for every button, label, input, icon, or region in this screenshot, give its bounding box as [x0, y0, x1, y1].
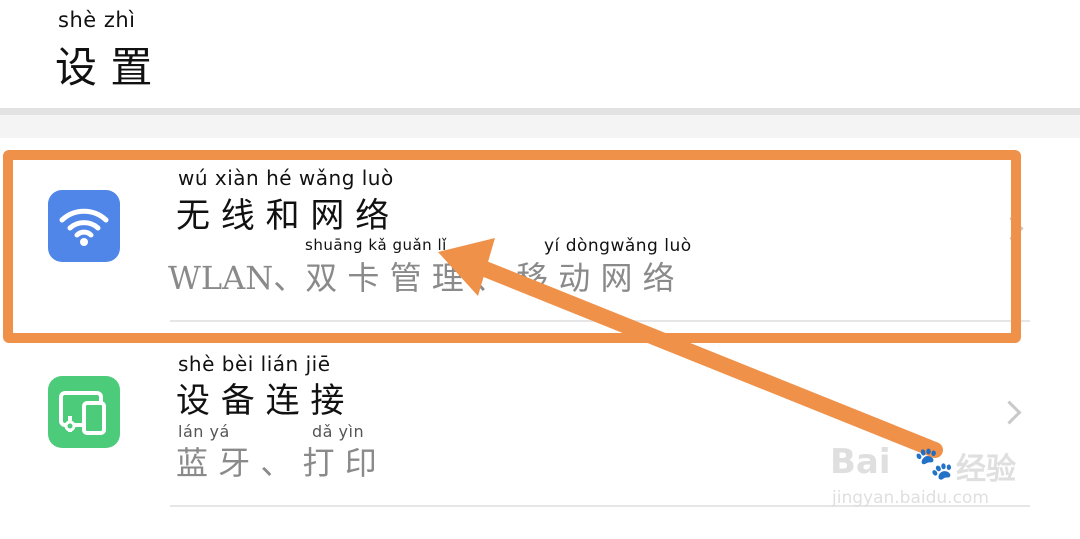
watermark-url: jingyan.baidu.com — [832, 488, 989, 508]
paw-icon: 🐾 — [914, 444, 954, 482]
watermark-brand-tail: 经验 — [956, 452, 1016, 487]
watermark: Bai 🐾 经验 jingyan.baidu.com — [826, 438, 1056, 518]
watermark-brand: Bai — [830, 442, 891, 482]
